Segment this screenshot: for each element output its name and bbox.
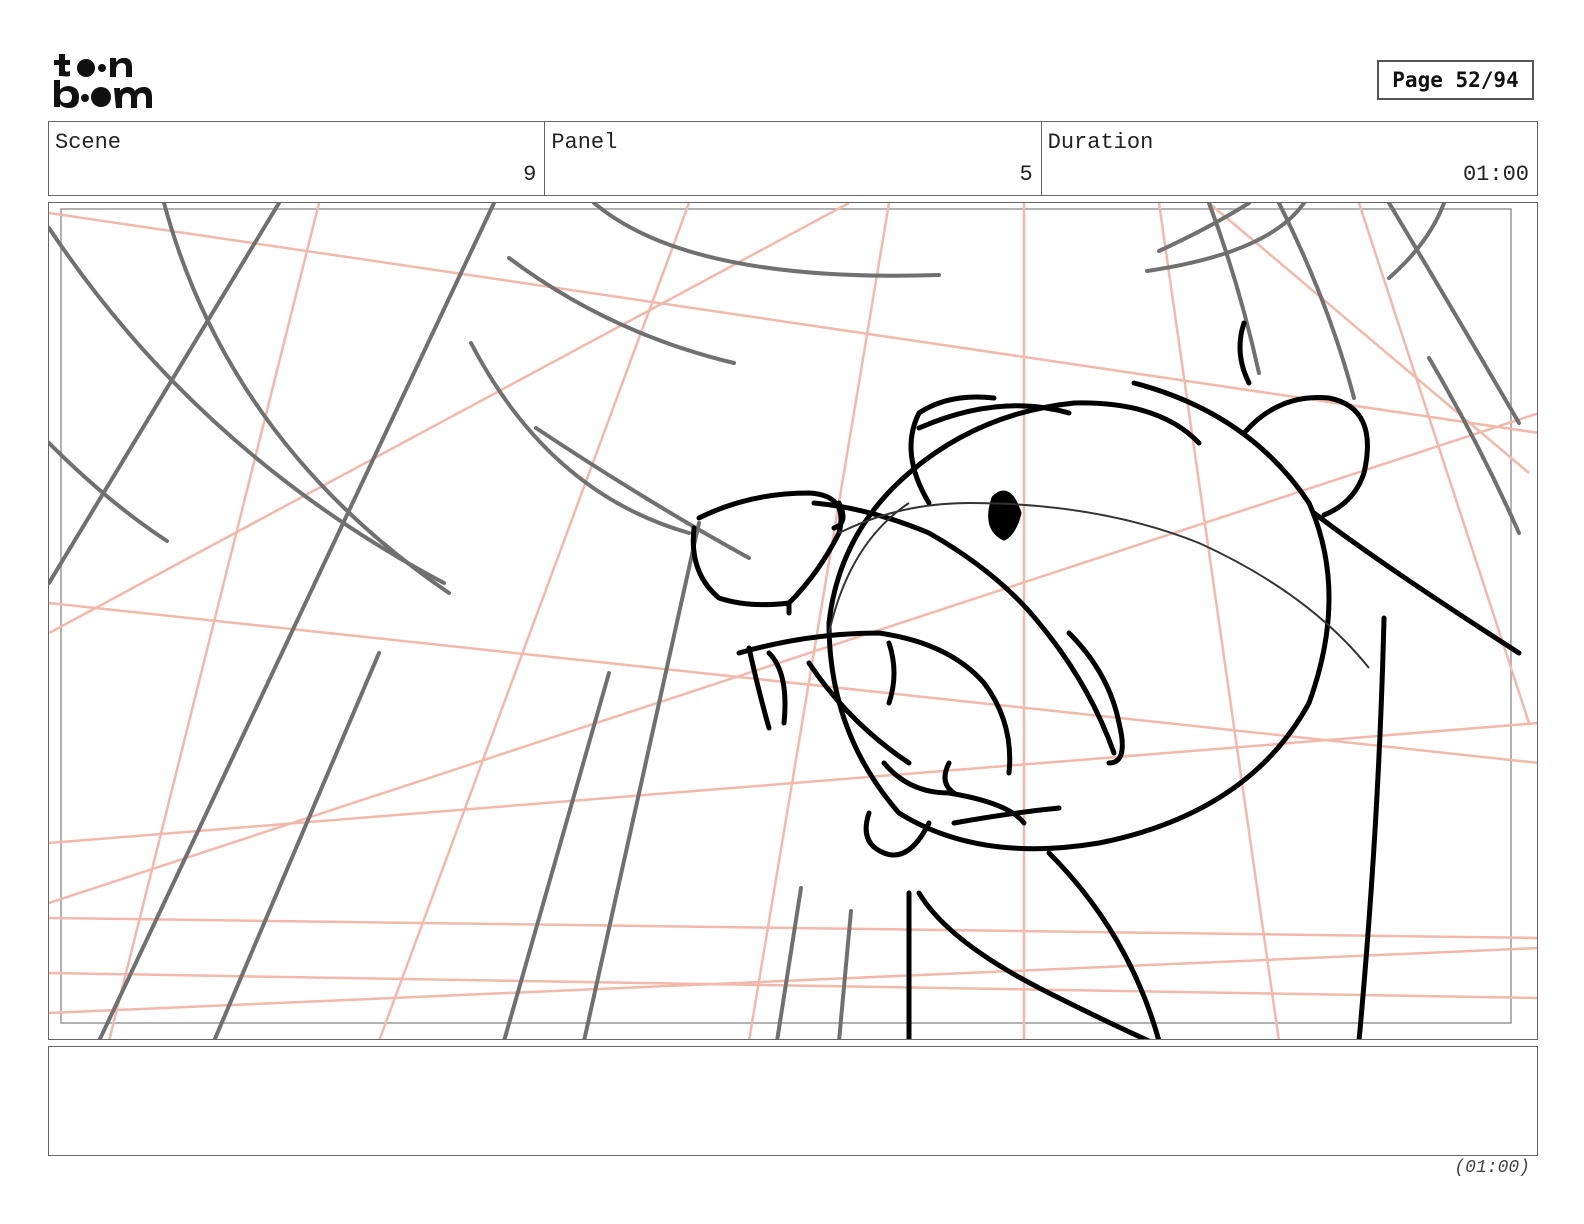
toonboom-logo (52, 50, 164, 112)
scene-value: 9 (523, 162, 537, 187)
safe-area-frame (60, 208, 1512, 1024)
scene-cell: Scene 9 (49, 122, 546, 195)
footer-duration: (01:00) (1454, 1158, 1530, 1178)
scene-label: Scene (55, 130, 122, 155)
panel-cell: Panel 5 (545, 122, 1042, 195)
storyboard-panel (48, 202, 1538, 1040)
panel-value: 5 (1019, 162, 1033, 187)
duration-value: 01:00 (1462, 162, 1529, 187)
panel-info-bar: Scene 9 Panel 5 Duration 01:00 (48, 121, 1538, 196)
duration-label: Duration (1047, 130, 1154, 155)
panel-label: Panel (551, 130, 618, 155)
page-number: Page 52/94 (1377, 60, 1534, 100)
perspective-guides (49, 203, 1537, 1039)
background-pencil-lines (49, 203, 1521, 1039)
panel-notes (48, 1046, 1538, 1156)
panel-sketch (49, 203, 1537, 1039)
duration-cell: Duration 01:00 (1042, 122, 1537, 195)
